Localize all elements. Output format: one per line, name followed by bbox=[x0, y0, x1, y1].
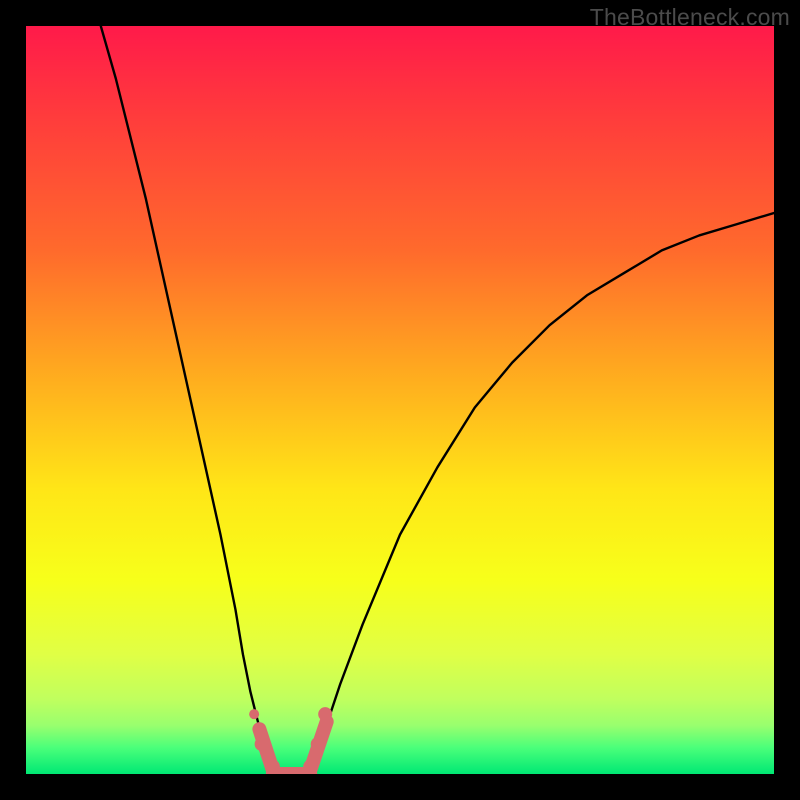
watermark-text: TheBottleneck.com bbox=[590, 4, 790, 31]
chart-plot-area bbox=[26, 26, 774, 774]
bottleneck-chart-svg bbox=[26, 26, 774, 774]
gradient-background bbox=[26, 26, 774, 774]
